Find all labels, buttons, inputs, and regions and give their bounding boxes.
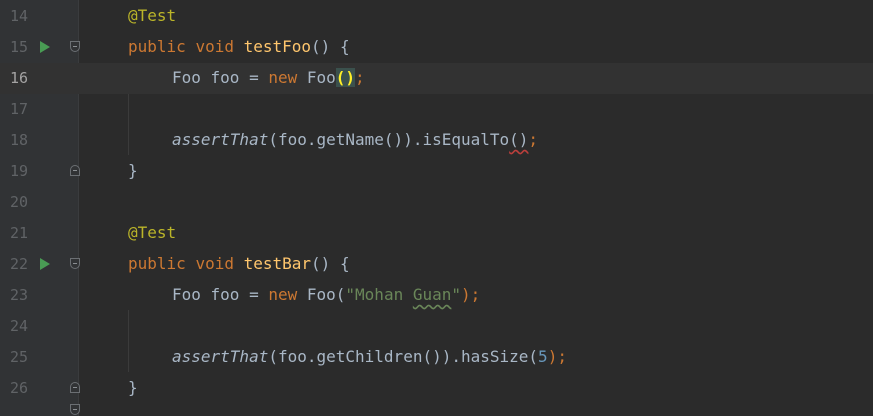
fold-icon[interactable] xyxy=(70,165,80,176)
code-text[interactable]: assertThat(foo.getChildren()).hasSize(5)… xyxy=(172,347,567,366)
code-text[interactable]: public void testFoo() { xyxy=(128,37,350,56)
fold-icon[interactable] xyxy=(70,404,80,415)
line-number: 15 xyxy=(9,38,28,56)
code-text[interactable]: } xyxy=(128,161,138,180)
run-test-icon[interactable] xyxy=(40,258,50,270)
code-line[interactable]: 14 @Test xyxy=(0,1,873,32)
code-text[interactable]: @Test xyxy=(128,223,176,242)
line-number: 22 xyxy=(9,255,28,273)
line-number: 16 xyxy=(9,69,28,87)
code-line[interactable]: 26 } xyxy=(0,373,873,404)
line-number: 23 xyxy=(9,286,28,304)
fold-icon[interactable] xyxy=(70,41,80,52)
fold-icon[interactable] xyxy=(70,258,80,269)
line-number: 17 xyxy=(9,100,28,118)
code-line[interactable]: 20 xyxy=(0,187,873,218)
line-number: 26 xyxy=(9,379,28,397)
code-text[interactable]: @Test xyxy=(128,6,176,25)
code-line[interactable]: 21 @Test xyxy=(0,218,873,249)
code-line[interactable]: 23 Foo foo = new Foo("Mohan Guan"); xyxy=(0,280,873,311)
line-number: 14 xyxy=(9,7,28,25)
code-text[interactable]: Foo foo = new Foo(); xyxy=(172,68,365,87)
code-line[interactable]: 15 public void testFoo() { xyxy=(0,32,873,63)
line-number: 24 xyxy=(9,317,28,335)
code-line[interactable]: 17 xyxy=(0,94,873,125)
code-text[interactable]: Foo foo = new Foo("Mohan Guan"); xyxy=(172,285,480,304)
run-test-icon[interactable] xyxy=(40,41,50,53)
line-number: 20 xyxy=(9,193,28,211)
code-editor[interactable]: 14 @Test 15 public void testFoo() { 16 F… xyxy=(0,0,873,416)
line-number: 21 xyxy=(9,224,28,242)
code-line[interactable]: 25 assertThat(foo.getChildren()).hasSize… xyxy=(0,342,873,373)
error-underline: () xyxy=(509,130,529,149)
matched-parens: () xyxy=(335,68,356,87)
code-line[interactable]: 19 } xyxy=(0,156,873,187)
code-text[interactable]: public void testBar() { xyxy=(128,254,350,273)
line-number: 18 xyxy=(9,131,28,149)
code-line-current[interactable]: 16 Foo foo = new Foo(); xyxy=(0,63,873,94)
line-number: 19 xyxy=(9,162,28,180)
code-text[interactable]: assertThat(foo.getName()).isEqualTo(); xyxy=(172,130,538,149)
spelling-underline: Guan xyxy=(412,285,452,304)
code-line[interactable]: 24 xyxy=(0,311,873,342)
line-number: 25 xyxy=(9,348,28,366)
code-text[interactable]: } xyxy=(128,378,138,397)
fold-icon[interactable] xyxy=(70,382,80,393)
code-line[interactable]: 22 public void testBar() { xyxy=(0,249,873,280)
code-line[interactable]: 18 assertThat(foo.getName()).isEqualTo()… xyxy=(0,125,873,156)
